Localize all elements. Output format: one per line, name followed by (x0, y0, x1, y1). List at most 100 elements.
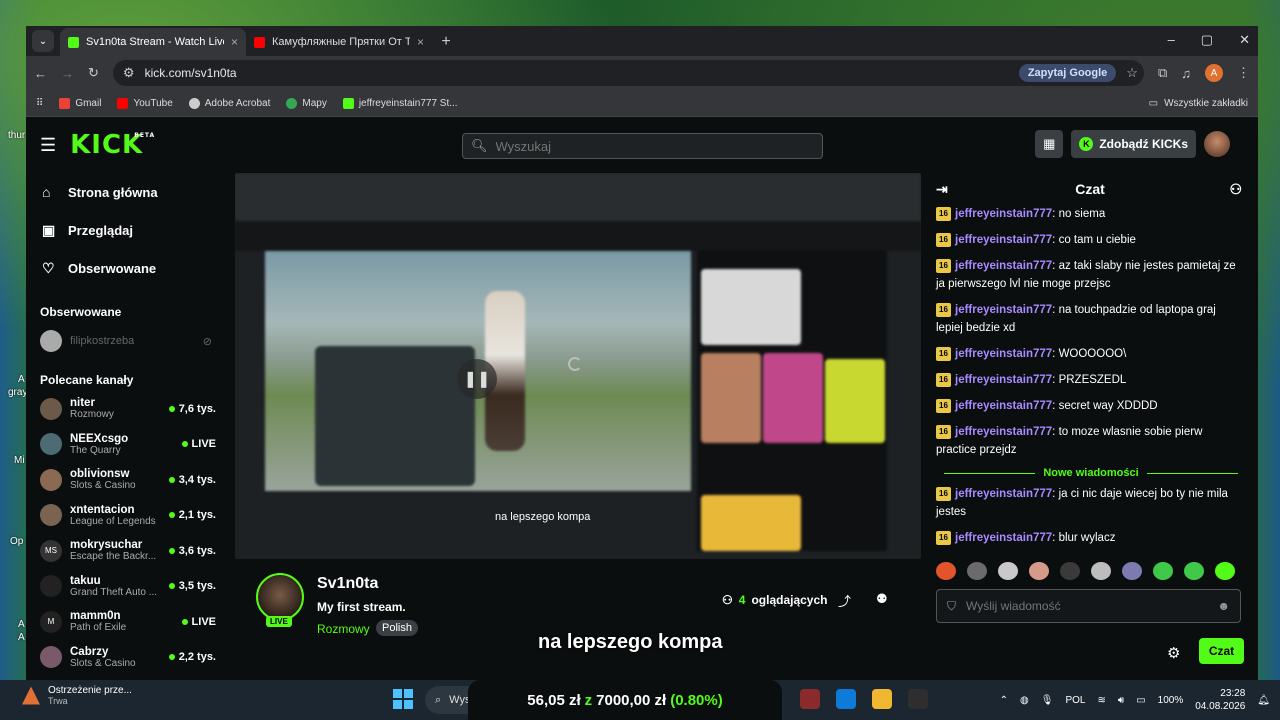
subscriber-badge-icon[interactable]: 16 (936, 398, 951, 413)
taskbar-app-icon[interactable] (872, 689, 892, 709)
new-messages-divider[interactable]: Nowe wiadomości (944, 467, 1238, 479)
close-window-button[interactable]: ✕ (1239, 32, 1250, 48)
subscriber-badge-icon[interactable]: 16 (936, 346, 951, 361)
back-icon[interactable]: ← (34, 66, 47, 81)
bookmark-kick-channel[interactable]: jeffreyeinstain777 St... (342, 97, 458, 109)
search-bar[interactable]: 🔍︎ (462, 133, 823, 159)
bookmark-acrobat[interactable]: Adobe Acrobat (188, 97, 270, 109)
kick-logo[interactable]: KICK BETA (70, 130, 154, 160)
chat-users-icon[interactable]: ⚇ (1229, 181, 1242, 198)
emote-icon[interactable] (1029, 562, 1049, 580)
recommended-channel[interactable]: xntentacion League of Legends 2,1 tys. (26, 498, 226, 534)
emote-icon[interactable] (1122, 562, 1142, 580)
subscriber-badge-icon[interactable]: 16 (936, 372, 951, 387)
weather-alert-widget[interactable]: Ostrzeżenie prze... Trwa (22, 685, 132, 706)
user-avatar[interactable] (1204, 131, 1230, 157)
video-player[interactable]: ❚❚ na lepszego kompa (235, 173, 921, 559)
emote-icon[interactable] (1060, 562, 1080, 580)
taskbar-app-icon[interactable] (836, 689, 856, 709)
subscriber-badge-icon[interactable]: 16 (936, 302, 951, 317)
language-indicator[interactable]: POL (1065, 695, 1085, 706)
recommended-channel[interactable]: NEEXcsgo The Quarry LIVE (26, 427, 226, 463)
chat-username[interactable]: jeffreyeinstain777 (955, 488, 1052, 500)
recommended-channel[interactable]: Cabrzy Slots & Casino 2,2 tys. (26, 640, 226, 676)
menu-kebab-icon[interactable]: ⋮ (1237, 65, 1250, 81)
emote-icon[interactable] (998, 562, 1018, 580)
emote-icon[interactable] (936, 562, 956, 580)
recommended-channel[interactable]: oblivionsw Slots & Casino 3,4 tys. (26, 462, 226, 498)
nav-home[interactable]: ⌂ Strona główna (26, 173, 226, 211)
chat-username[interactable]: jeffreyeinstain777 (955, 426, 1052, 438)
nav-browse[interactable]: ▣ Przeglądaj (26, 211, 226, 249)
emote-icon[interactable] (1153, 562, 1173, 580)
chat-input-box[interactable]: ⛉ ☻ (936, 589, 1241, 623)
emote-icon[interactable] (1091, 562, 1111, 580)
site-info-icon[interactable]: ⚙ (123, 65, 135, 81)
subscriber-badge-icon[interactable]: 16 (936, 232, 951, 247)
send-chat-button[interactable]: Czat (1199, 638, 1244, 664)
chevron-up-icon[interactable]: ⌃ (1000, 695, 1008, 706)
nav-following[interactable]: ♡ Obserwowane (26, 249, 226, 287)
taskbar-app-icon[interactable] (908, 689, 928, 709)
maximize-button[interactable]: ▢ (1201, 32, 1213, 48)
wifi-icon[interactable]: ≋ (1098, 695, 1106, 706)
apps-grid-icon[interactable]: ⠿ (36, 98, 43, 109)
close-tab-icon[interactable]: × (417, 35, 424, 49)
notification-bell-icon[interactable]: 🔔︎ (1257, 695, 1270, 706)
hamburger-menu-icon[interactable]: ☰ (40, 135, 56, 156)
subscriber-badge-icon[interactable]: 16 (936, 424, 951, 439)
recommended-channel[interactable]: takuu Grand Theft Auto ... 3,5 tys. (26, 569, 226, 605)
extensions-icon[interactable]: ⧉ (1158, 65, 1167, 81)
tab-search-button[interactable]: ⌄ (32, 30, 54, 52)
microphone-icon[interactable]: 🎙︎ (1041, 695, 1054, 706)
streamer-avatar[interactable] (256, 573, 304, 621)
follow-user-icon[interactable]: ⚉ (876, 591, 888, 607)
new-tab-button[interactable]: + (432, 28, 460, 56)
get-kicks-button[interactable]: K Zdobądź KICKs (1071, 130, 1196, 158)
clock[interactable]: 23:28 04.08.2026 (1195, 687, 1245, 713)
stream-category[interactable]: Rozmowy (317, 622, 370, 636)
recommended-channel[interactable]: niter Rozmowy 7,6 tys. (26, 391, 226, 427)
emoji-icon[interactable]: ☻ (1217, 599, 1230, 613)
language-tag[interactable]: Polish (376, 620, 418, 636)
chat-username[interactable]: jeffreyeinstain777 (955, 304, 1052, 316)
all-bookmarks[interactable]: ▭ Wszystkie zakładki (1149, 98, 1248, 109)
subscriber-badge-icon[interactable]: 16 (936, 486, 951, 501)
reload-icon[interactable]: ↻ (88, 65, 99, 81)
chat-message-input[interactable] (966, 599, 1208, 613)
chat-username[interactable]: jeffreyeinstain777 (955, 208, 1052, 220)
followed-channel[interactable]: filipkostrzeba ⊘ (26, 323, 226, 359)
pause-icon[interactable]: ❚❚ (457, 359, 497, 399)
search-input[interactable] (495, 138, 814, 154)
address-bar[interactable]: ⚙ kick.com/sv1n0ta Zapytaj Google ☆ (112, 60, 1144, 86)
emote-icon[interactable] (1215, 562, 1235, 580)
streamer-name[interactable]: Sv1n0ta (317, 575, 378, 593)
ask-google-button[interactable]: Zapytaj Google (1018, 64, 1117, 82)
minimize-button[interactable]: – (1168, 32, 1175, 48)
bookmark-star-icon[interactable]: ☆ (1126, 65, 1138, 81)
profile-avatar[interactable]: A (1205, 64, 1223, 82)
volume-icon[interactable]: 🔊︎ (1118, 695, 1124, 706)
chat-settings-gear-icon[interactable]: ⚙ (1167, 644, 1180, 662)
app-tray-icon[interactable]: ◍ (1020, 695, 1029, 706)
recommended-channel[interactable]: MS mokrysuchar Escape the Backr... 3,6 tys. (26, 533, 226, 569)
recommended-channel[interactable]: Mmamm0n Path of Exile LIVE (26, 604, 226, 640)
close-tab-icon[interactable]: × (231, 35, 238, 49)
subscriber-badge-icon[interactable]: 16 (936, 206, 951, 221)
shield-icon[interactable]: ⛉ (947, 599, 956, 614)
chat-username[interactable]: jeffreyeinstain777 (955, 532, 1052, 544)
emote-icon[interactable] (967, 562, 987, 580)
chat-username[interactable]: jeffreyeinstain777 (955, 374, 1052, 386)
bookmark-gmail[interactable]: Gmail (59, 97, 101, 109)
tab-kick[interactable]: Sv1n0ta Stream - Watch Live on × (60, 28, 246, 56)
battery-icon[interactable]: ▭ (1136, 695, 1145, 706)
chat-username[interactable]: jeffreyeinstain777 (955, 260, 1052, 272)
taskbar-app-icon[interactable] (800, 689, 820, 709)
subscriber-badge-icon[interactable]: 16 (936, 530, 951, 545)
bookmark-maps[interactable]: Mapy (286, 97, 327, 109)
tab-youtube[interactable]: Камуфляжные Прятки От ТУН × (246, 28, 432, 56)
collapse-chat-icon[interactable]: ⇥ (936, 181, 948, 198)
chat-username[interactable]: jeffreyeinstain777 (955, 400, 1052, 412)
chat-username[interactable]: jeffreyeinstain777 (955, 348, 1052, 360)
windows-start-icon[interactable] (393, 689, 413, 709)
